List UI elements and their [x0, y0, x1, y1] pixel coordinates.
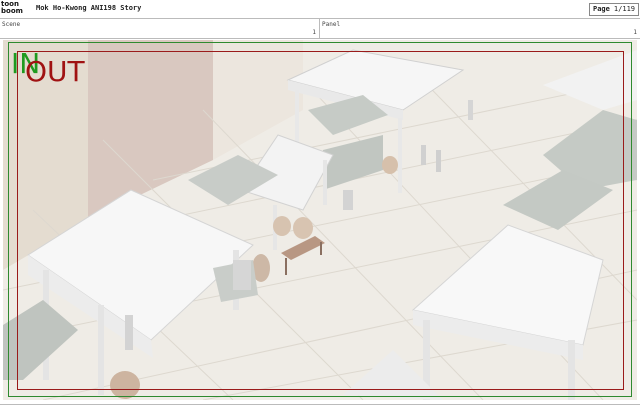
- logo-line-2: boom: [1, 7, 23, 15]
- panel-field[interactable]: Panel 1: [320, 19, 640, 38]
- scene-field[interactable]: Scene 1: [0, 19, 320, 38]
- storyboard-panel-image[interactable]: IN OUT: [3, 40, 637, 400]
- scene-label: Scene: [2, 21, 21, 28]
- footer-divider: [0, 404, 640, 405]
- panel-label: Panel: [322, 21, 341, 28]
- toonboom-logo: toon boom: [1, 1, 31, 17]
- page-label: Page: [593, 5, 610, 13]
- out-frame-border: [17, 51, 624, 390]
- storyboard-header: toon boom Mok Ho-Kwong ANI198 Story Page…: [0, 0, 640, 19]
- panel-info-row: Scene 1 Panel 1: [0, 19, 640, 39]
- page-counter: Page 1/119: [589, 3, 639, 16]
- page-value: 1/119: [613, 5, 635, 13]
- panel-value: 1: [633, 29, 637, 36]
- out-frame-label: OUT: [25, 55, 85, 88]
- scene-value: 1: [312, 29, 316, 36]
- project-title: Mok Ho-Kwong ANI198 Story: [36, 4, 142, 12]
